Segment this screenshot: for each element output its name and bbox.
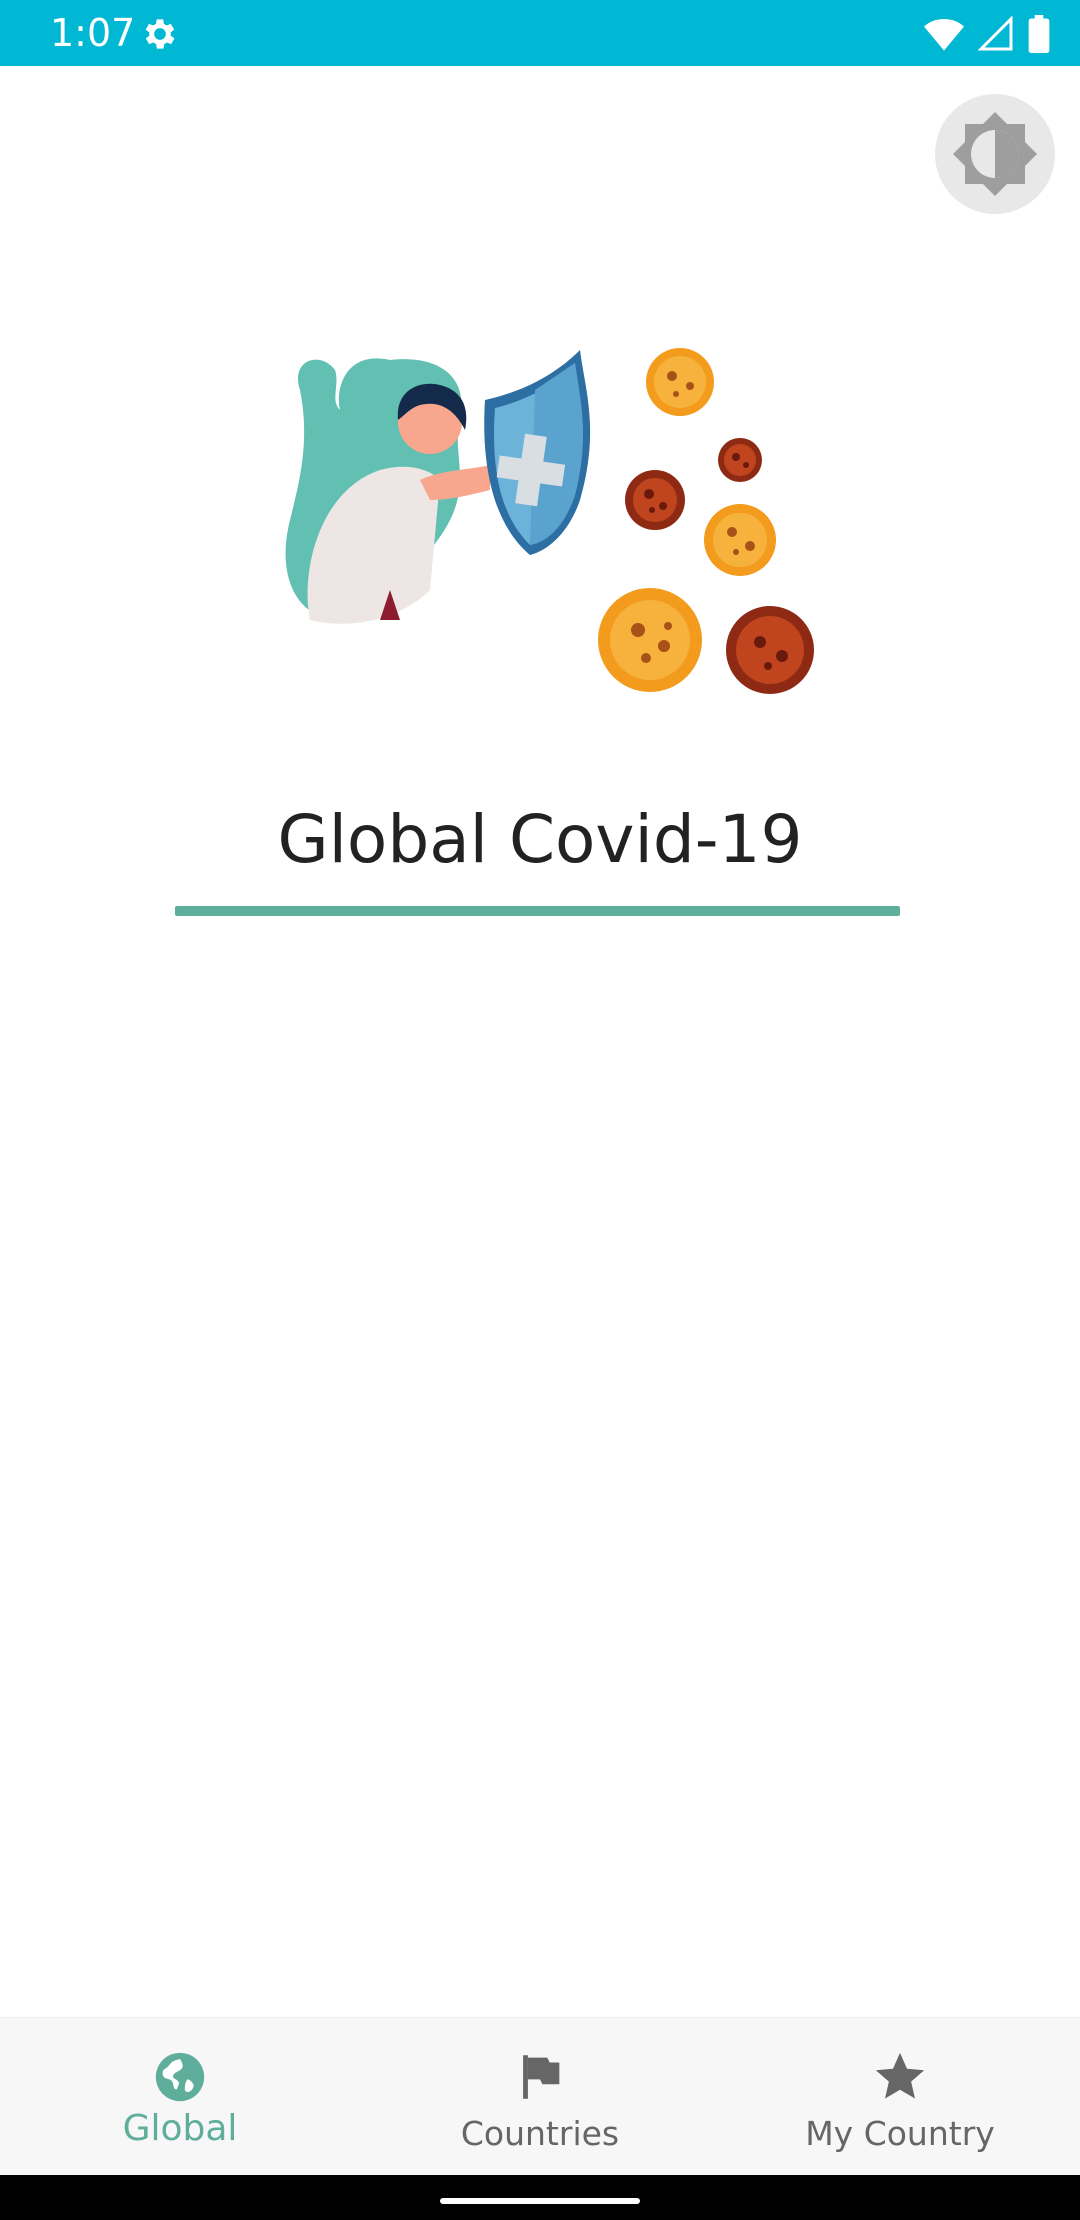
- settings-gear-icon: [145, 19, 175, 49]
- nav-label-my-country: My Country: [805, 2114, 995, 2153]
- wifi-icon: [924, 19, 964, 51]
- status-icons: [924, 14, 1050, 54]
- home-gesture-handle[interactable]: [440, 2198, 640, 2204]
- system-navigation-bar: [0, 2175, 1080, 2220]
- status-bar: 1:07: [0, 0, 1080, 66]
- cellular-signal-icon: [978, 16, 1013, 51]
- covid-shield-illustration: [285, 348, 814, 694]
- nav-label-countries: Countries: [460, 2114, 620, 2153]
- brightness-icon: [953, 112, 1037, 196]
- title-underline: [175, 906, 900, 916]
- battery-icon: [1028, 15, 1050, 53]
- page-title: Global Covid-19: [277, 801, 803, 878]
- globe-icon: [155, 2052, 205, 2102]
- nav-item-my-country[interactable]: My Country: [720, 2018, 1080, 2175]
- theme-toggle-button[interactable]: [935, 94, 1055, 214]
- virus-group: [598, 348, 814, 694]
- flag-icon: [523, 2055, 560, 2099]
- bottom-navigation: Global Countries My Country: [0, 2017, 1080, 2175]
- nav-item-countries[interactable]: Countries: [360, 2018, 720, 2175]
- nav-item-global[interactable]: Global: [0, 2018, 360, 2175]
- star-icon: [875, 2052, 925, 2099]
- status-time: 1:07: [50, 11, 136, 55]
- nav-label-global: Global: [122, 2108, 238, 2149]
